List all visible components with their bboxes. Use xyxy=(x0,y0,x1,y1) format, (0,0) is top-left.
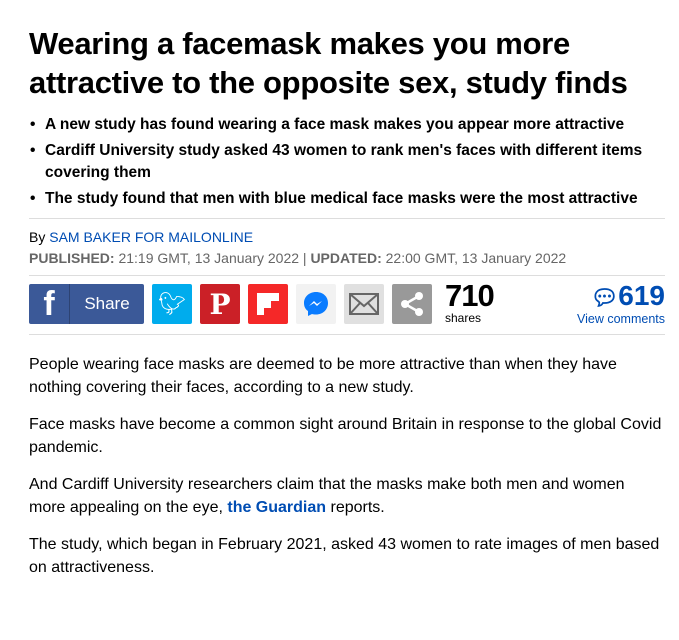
more-share-button[interactable] xyxy=(392,284,432,324)
messenger-icon xyxy=(304,292,328,316)
paragraph: Face masks have become a common sight ar… xyxy=(29,416,662,456)
twitter-icon: 🐦︎ xyxy=(158,291,186,316)
byline-prefix: By xyxy=(29,229,50,245)
published-label: PUBLISHED: xyxy=(29,250,115,266)
paragraph: People wearing face masks are deemed to … xyxy=(29,356,617,396)
share-icon xyxy=(401,292,423,316)
view-comments-label[interactable]: View comments xyxy=(577,312,665,326)
bullet: Cardiff University study asked 43 women … xyxy=(29,140,665,184)
byline: By SAM BAKER FOR MAILONLINE PUBLISHED: 2… xyxy=(29,218,665,269)
email-button[interactable] xyxy=(344,284,384,324)
share-count-label: shares xyxy=(445,311,482,325)
pinterest-button[interactable]: P xyxy=(200,284,240,324)
flipboard-button[interactable] xyxy=(248,284,288,324)
share-count: 710 shares xyxy=(445,278,495,325)
share-count-number: 710 xyxy=(445,278,495,313)
timestamps: PUBLISHED: 21:19 GMT, 13 January 2022 | … xyxy=(29,248,665,269)
paragraph: And Cardiff University researchers claim… xyxy=(29,473,665,519)
article: Wearing a facemask makes you more attrac… xyxy=(29,0,665,579)
facebook-share-button[interactable]: f Share xyxy=(29,284,144,324)
facebook-icon: f xyxy=(29,284,70,324)
paragraph-text: reports. xyxy=(326,499,385,516)
email-icon xyxy=(349,293,379,315)
author-link[interactable]: SAM BAKER FOR MAILONLINE xyxy=(49,229,253,245)
comment-bubble-icon: 💬︎ xyxy=(590,285,619,310)
published-time: 21:19 GMT, 13 January 2022 | xyxy=(114,250,311,266)
paragraph: The study, which began in February 2021,… xyxy=(29,536,660,576)
bullet: A new study has found wearing a face mas… xyxy=(29,114,665,136)
pinterest-icon: P xyxy=(209,287,231,321)
flipboard-icon xyxy=(257,293,279,315)
comments-count: 619 xyxy=(618,280,665,311)
comments-link[interactable]: 💬︎619 View comments xyxy=(577,280,665,327)
bullet: The study found that men with blue medic… xyxy=(29,188,665,210)
updated-time: 22:00 GMT, 13 January 2022 xyxy=(381,250,567,266)
guardian-link[interactable]: the Guardian xyxy=(227,499,326,516)
summary-bullets: A new study has found wearing a face mas… xyxy=(29,114,665,210)
messenger-button[interactable] xyxy=(296,284,336,324)
facebook-share-label: Share xyxy=(84,294,130,313)
twitter-button[interactable]: 🐦︎ xyxy=(152,284,192,324)
headline: Wearing a facemask makes you more attrac… xyxy=(29,26,628,100)
share-bar: f Share 🐦︎ P 710 shares 💬︎619 View comment… xyxy=(29,275,665,335)
updated-label: UPDATED: xyxy=(310,250,382,266)
